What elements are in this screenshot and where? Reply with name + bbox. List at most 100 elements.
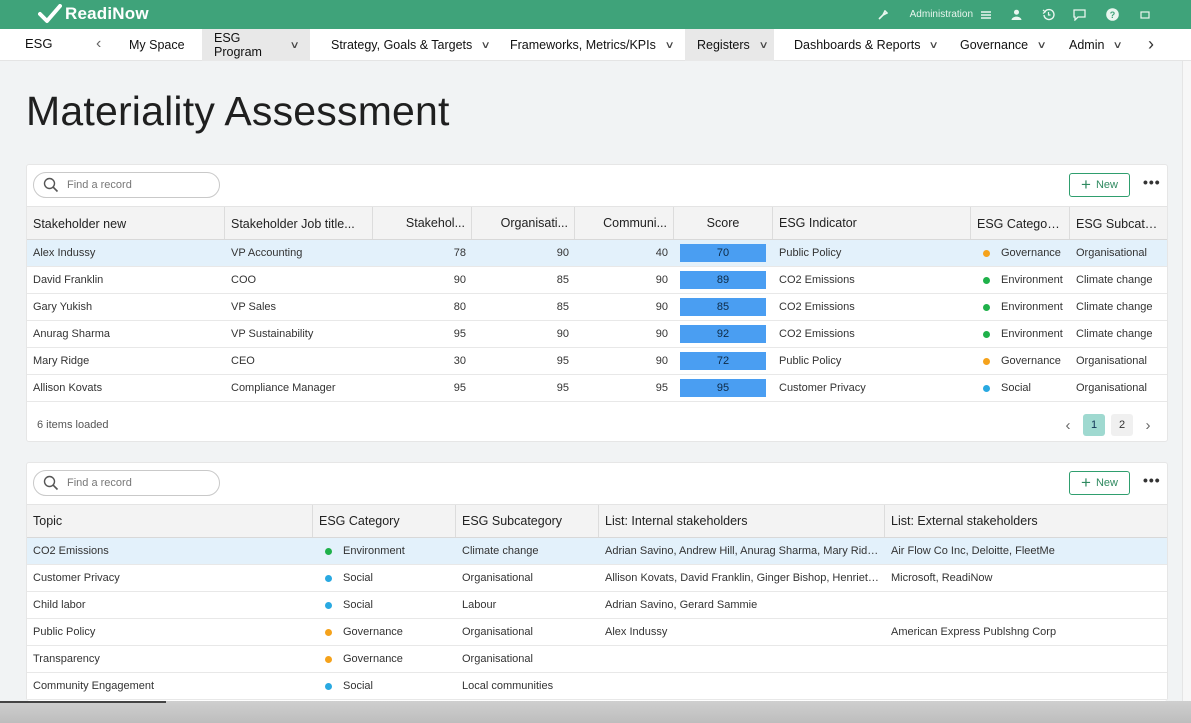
new-record-button[interactable]: + New (1069, 173, 1130, 197)
table-row[interactable]: Gary Yukish VP Sales 80 85 90 85 CO2 Emissions… (27, 294, 1167, 321)
external-stakeholders-cell: American Express Publshng Corp (891, 626, 1057, 638)
score-bar: 72 (680, 352, 766, 370)
column-header-job-title[interactable]: Stakeholder Job title... (225, 207, 373, 239)
administration-link[interactable]: Administration (910, 9, 973, 20)
logo-text: ReadiNow (65, 4, 149, 23)
table-row[interactable]: Customer Privacy Social Organisational Alli… (27, 565, 1167, 592)
table-row[interactable]: Mary Ridge CEO 30 95 90 72 Public Policy Govern… (27, 348, 1167, 375)
table-row[interactable]: Allison Kovats Compliance Manager 95 95 95 95… (27, 375, 1167, 402)
table-row[interactable]: Anurag Sharma VP Sustainability 95 90 90 92 CO… (27, 321, 1167, 348)
table-row[interactable]: Public Policy Governance Organisational Ale… (27, 619, 1167, 646)
column-header-topic[interactable]: Topic (27, 505, 313, 537)
nav-item-my-space[interactable]: My Space (117, 29, 197, 61)
column-header-stakeholder[interactable]: Stakeholder new (27, 207, 225, 239)
stakeholder-name-cell: Gary Yukish (33, 301, 93, 313)
score-bar: 85 (680, 298, 766, 316)
search-box[interactable] (33, 470, 220, 496)
table-row[interactable]: Child labor Social Labour Adrian Savino, Ge… (27, 592, 1167, 619)
column-header-esg-category[interactable]: ESG Category... (971, 207, 1070, 239)
wrench-icon[interactable] (876, 9, 890, 20)
search-box[interactable] (33, 172, 220, 198)
column-header-esg-category[interactable]: ESG Category (313, 505, 456, 537)
esg-subcategory-cell: Climate change (1076, 328, 1153, 340)
esg-subcategory-cell: Organisational (462, 653, 533, 665)
readinow-logo[interactable]: ReadiNow (38, 3, 149, 25)
new-button-label: New (1095, 179, 1118, 191)
chat-icon[interactable] (1072, 8, 1086, 21)
more-options-icon[interactable]: ••• (1143, 174, 1161, 190)
search-input[interactable] (67, 177, 212, 193)
esg-indicator-cell: CO2 Emissions (779, 301, 855, 313)
category-label: Social (1001, 382, 1031, 394)
category-label: Governance (1001, 355, 1061, 367)
pagination: ‹ 1 2 › (1059, 414, 1157, 436)
column-header-esg-indicator[interactable]: ESG Indicator (773, 207, 971, 239)
table-row[interactable]: David Franklin COO 90 85 90 89 CO2 Emissions En… (27, 267, 1167, 294)
esg-subcategory-cell: Local communities (462, 680, 554, 692)
esg-subcategory-cell: Organisational (1076, 355, 1147, 367)
topic-cell: CO2 Emissions (33, 545, 109, 557)
column-header-external-stakeholders[interactable]: List: External stakeholders (885, 505, 1167, 537)
fullscreen-icon[interactable] (1139, 10, 1151, 19)
category-dot-icon (325, 682, 332, 690)
page-1-button[interactable]: 1 (1083, 414, 1105, 436)
main-navigation: ESG ‹ My Space ESG Program ∨ Strategy, Go… (0, 29, 1191, 61)
nav-scroll-left-icon[interactable]: ‹ (96, 35, 101, 53)
new-record-button[interactable]: + New (1069, 471, 1130, 495)
internal-stakeholders-cell (599, 673, 885, 699)
nav-item-strategy[interactable]: Strategy, Goals & Targets ∨ (319, 29, 502, 61)
nav-item-dashboards[interactable]: Dashboards & Reports ∨ (782, 29, 950, 61)
chevron-down-icon: ∨ (289, 39, 300, 51)
community-score-cell: 90 (655, 355, 668, 367)
page-scrollbar[interactable] (1182, 61, 1191, 701)
previous-page-icon[interactable]: ‹ (1059, 417, 1077, 434)
column-header-stakeholder-score[interactable]: Stakehol... (373, 207, 472, 239)
stakeholder-assessment-panel: + New ••• Stakeholder new Stakeholder Jo… (26, 164, 1168, 442)
organisation-score-cell: 85 (556, 274, 569, 286)
stakeholder-name-cell: Allison Kovats (33, 382, 103, 394)
esg-category-cell: Governance (313, 646, 456, 672)
nav-scroll-right-icon[interactable]: › (1148, 34, 1154, 55)
column-header-esg-subcategory[interactable]: ESG Subcateg... (1070, 207, 1167, 239)
grid-body: CO2 Emissions Environment Climate change Ad… (27, 538, 1167, 700)
menu-lines-icon[interactable] (979, 10, 993, 19)
job-title-cell: CEO (231, 355, 255, 367)
esg-category-cell: Social (313, 673, 456, 699)
job-title-cell: COO (231, 274, 257, 286)
table-row[interactable]: Transparency Governance Organisational (27, 646, 1167, 673)
score-cell: 95 (674, 375, 773, 401)
page-title: Materiality Assessment (26, 88, 450, 134)
table-row[interactable]: Community Engagement Social Local communit… (27, 673, 1167, 700)
score-bar: 95 (680, 379, 766, 397)
nav-item-frameworks[interactable]: Frameworks, Metrics/KPIs ∨ (498, 29, 685, 61)
table-row[interactable]: Alex Indussy VP Accounting 78 90 40 70 Public … (27, 240, 1167, 267)
internal-stakeholders-cell: Allison Kovats, David Franklin, Ginger B… (605, 572, 885, 584)
organisation-score-cell: 90 (556, 328, 569, 340)
column-header-community[interactable]: Communi... (575, 207, 674, 239)
app-name[interactable]: ESG (25, 36, 52, 51)
user-icon[interactable] (1009, 9, 1023, 20)
score-cell: 92 (674, 321, 773, 347)
column-header-esg-subcategory[interactable]: ESG Subcategory (456, 505, 599, 537)
chevron-down-icon: ∨ (664, 39, 675, 51)
nav-item-admin[interactable]: Admin ∨ (1057, 29, 1134, 61)
page-2-button[interactable]: 2 (1111, 414, 1133, 436)
nav-item-registers[interactable]: Registers ∨ (685, 29, 774, 61)
column-header-score[interactable]: Score (674, 207, 773, 239)
esg-indicator-cell: CO2 Emissions (779, 274, 855, 286)
more-options-icon[interactable]: ••• (1143, 472, 1161, 488)
next-page-icon[interactable]: › (1139, 417, 1157, 434)
history-icon[interactable] (1041, 8, 1055, 21)
esg-category-cell: Governance (971, 240, 1070, 266)
community-score-cell: 90 (655, 301, 668, 313)
nav-item-esg-program[interactable]: ESG Program ∨ (202, 29, 310, 61)
bottom-strip (0, 701, 1191, 723)
table-row[interactable]: CO2 Emissions Environment Climate change Ad… (27, 538, 1167, 565)
community-score-cell: 90 (655, 328, 668, 340)
search-input[interactable] (67, 475, 212, 491)
external-stakeholders-cell: Microsoft, ReadiNow (891, 572, 993, 584)
column-header-internal-stakeholders[interactable]: List: Internal stakeholders (599, 505, 885, 537)
help-icon[interactable]: ? (1105, 8, 1119, 21)
nav-item-governance[interactable]: Governance ∨ (948, 29, 1057, 61)
column-header-organisation[interactable]: Organisati... (472, 207, 575, 239)
